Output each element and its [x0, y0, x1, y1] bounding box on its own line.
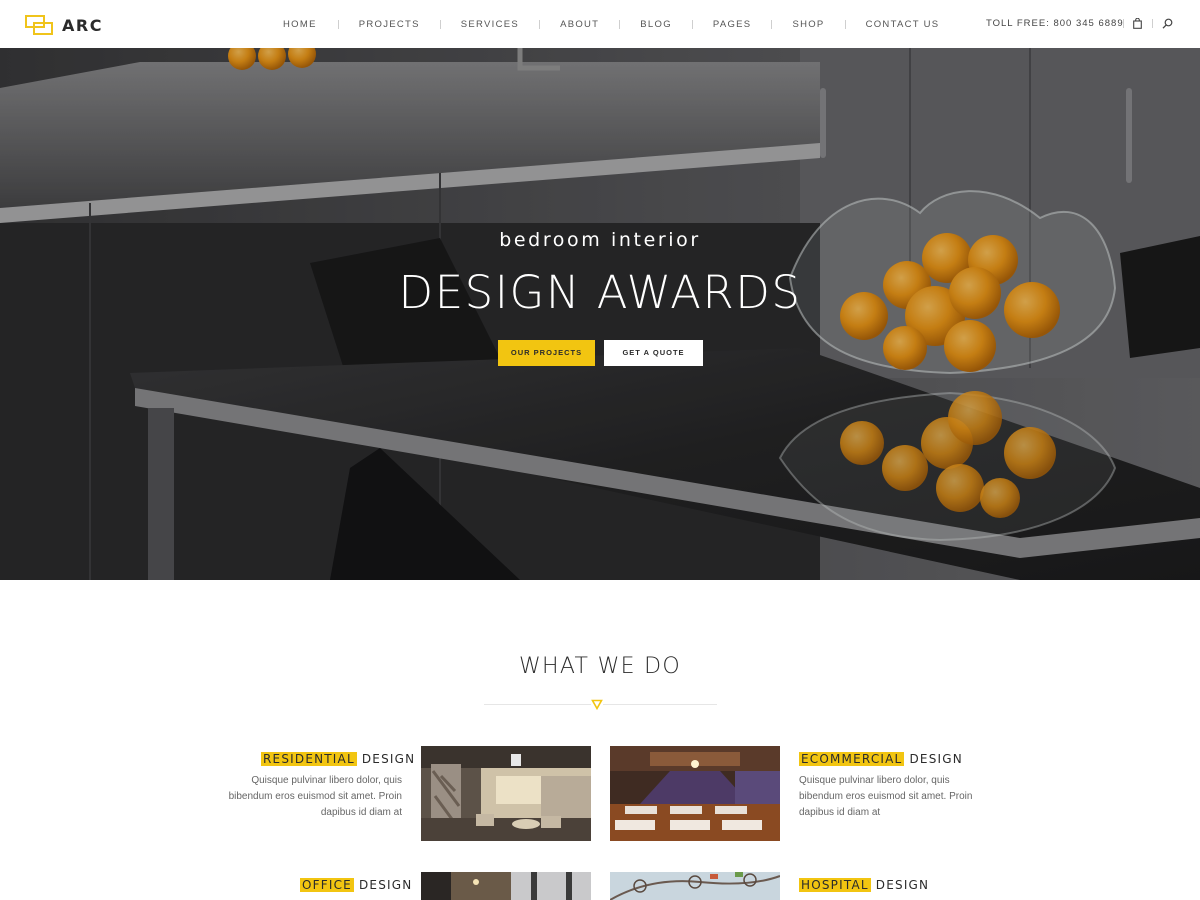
nav-divider	[691, 19, 693, 29]
service-description-residential: Quisque pulvinar libero dolor, quis bibe…	[228, 775, 402, 818]
get-a-quote-button[interactable]: GET A QUOTE	[604, 340, 703, 366]
service-heading-rest: DESIGN	[909, 752, 963, 766]
nav-home[interactable]: HOME	[283, 19, 317, 30]
service-highlight: HOSPITAL	[799, 878, 871, 892]
service-heading-rest: DESIGN	[361, 752, 416, 766]
service-heading-residential: RESIDENTIAL DESIGN	[261, 752, 415, 766]
main-nav: HOME PROJECTS SERVICES ABOUT BLOG PAGES …	[283, 0, 939, 48]
hero-subtitle: bedroom interior	[499, 229, 701, 251]
our-projects-button[interactable]: OUR PROJECTS	[498, 340, 595, 366]
nav-services[interactable]: SERVICES	[461, 19, 519, 30]
section-title-what-we-do: WHAT WE DO	[519, 654, 681, 679]
logo-text: ARC	[62, 15, 103, 35]
hero-title: DESIGN AWARDS	[398, 266, 802, 319]
service-heading-office: OFFICE DESIGN	[300, 878, 412, 892]
nav-divider	[539, 19, 541, 29]
hero-slider: bedroom interior DESIGN AWARDS OUR PROJE…	[0, 48, 1200, 580]
header-divider	[1123, 19, 1124, 28]
logo[interactable]: ARC	[25, 14, 103, 36]
service-heading-hospital: HOSPITAL DESIGN	[799, 878, 929, 892]
site-header: ARC HOME PROJECTS SERVICES ABOUT BLOG PA…	[0, 0, 1200, 48]
nav-pages[interactable]: PAGES	[713, 19, 752, 30]
hospital-image[interactable]	[610, 872, 780, 900]
nav-shop[interactable]: SHOP	[792, 19, 824, 30]
service-heading-ecommercial: ECOMMERCIAL DESIGN	[799, 752, 963, 766]
service-highlight: RESIDENTIAL	[261, 752, 357, 766]
service-description-ecommercial: Quisque pulvinar libero dolor, quis bibe…	[799, 775, 973, 818]
residential-image[interactable]	[421, 746, 591, 841]
nav-divider	[439, 19, 441, 29]
triangle-down-icon	[591, 699, 603, 710]
nav-divider	[844, 19, 846, 29]
nav-divider	[619, 19, 621, 29]
nav-about[interactable]: ABOUT	[560, 19, 599, 30]
service-heading-rest: DESIGN	[358, 878, 413, 892]
office-image[interactable]	[421, 872, 591, 900]
ecommercial-image[interactable]	[610, 746, 780, 841]
toll-free-number: TOLL FREE: 800 345 6889	[986, 18, 1124, 29]
nav-contact-us[interactable]: CONTACT US	[866, 19, 940, 30]
header-divider	[1152, 19, 1153, 28]
search-icon[interactable]	[1162, 18, 1173, 29]
nav-divider	[337, 19, 339, 29]
shopping-bag-icon[interactable]	[1133, 18, 1142, 29]
logo-mark-icon	[25, 15, 53, 35]
service-highlight: OFFICE	[300, 878, 354, 892]
service-heading-rest: DESIGN	[875, 878, 930, 892]
nav-divider	[771, 19, 773, 29]
nav-blog[interactable]: BLOG	[640, 19, 672, 30]
service-highlight: ECOMMERCIAL	[799, 752, 905, 766]
nav-projects[interactable]: PROJECTS	[359, 19, 420, 30]
